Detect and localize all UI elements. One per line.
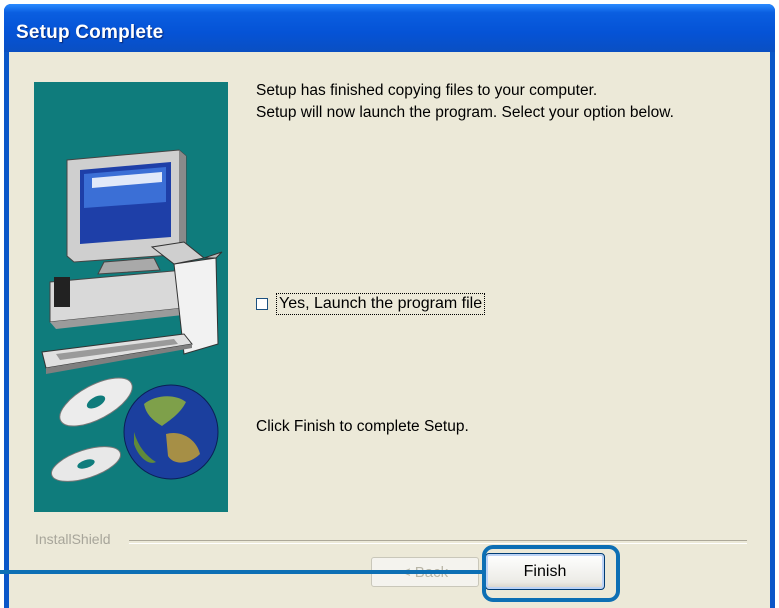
setup-complete-dialog: Setup Complete Setup has finished copyin…: [4, 4, 775, 608]
finish-instruction: Click Finish to complete Setup.: [256, 418, 469, 435]
launch-option[interactable]: Yes, Launch the program file: [256, 291, 486, 317]
launch-checkbox-label[interactable]: Yes, Launch the program file: [276, 293, 486, 315]
setup-side-image: [34, 82, 228, 512]
footer-divider: [129, 540, 747, 544]
system-unit-icon: [49, 269, 192, 329]
callout-line: [0, 570, 482, 574]
launch-checkbox[interactable]: [256, 298, 268, 310]
title-bar[interactable]: Setup Complete: [4, 4, 775, 52]
installshield-brand: InstallShield: [35, 531, 117, 547]
message-line-2: Setup will now launch the program. Selec…: [256, 104, 674, 121]
dialog-body: Setup has finished copying files to your…: [9, 52, 770, 608]
finish-callout-highlight: [482, 545, 620, 602]
globe-icon: [123, 384, 219, 480]
keyboard-icon: [41, 333, 193, 374]
computer-illustration: [41, 149, 223, 482]
setup-message: Setup has finished copying files to your…: [256, 80, 674, 124]
message-line-1: Setup has finished copying files to your…: [256, 82, 598, 99]
window-title: Setup Complete: [16, 22, 164, 43]
